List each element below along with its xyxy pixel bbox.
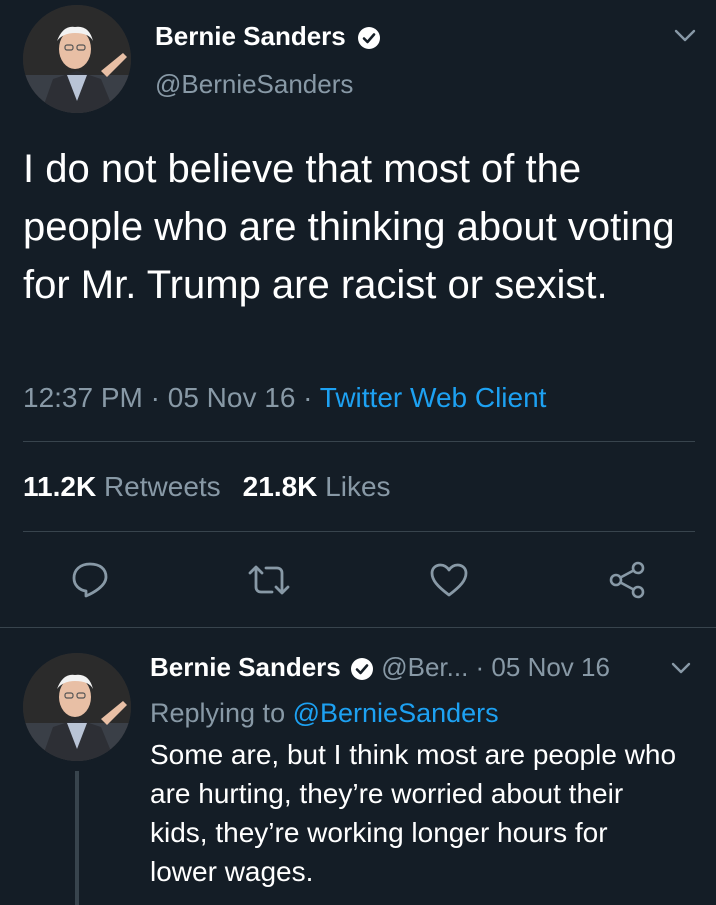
tweet-metadata: 12:37 PM · 05 Nov 16 · Twitter Web Clien… (23, 381, 546, 415)
avatar[interactable] (23, 5, 131, 113)
verified-badge-icon (350, 657, 374, 681)
retweet-icon[interactable] (243, 560, 295, 600)
verified-badge-icon (357, 26, 381, 50)
tweet-time[interactable]: 12:37 PM (23, 382, 143, 413)
separator-dot: · (142, 382, 168, 413)
separator-dot: · (468, 652, 492, 682)
tweet-client-link[interactable]: Twitter Web Client (320, 382, 547, 413)
section-divider (0, 627, 716, 628)
retweets-label: Retweets (103, 471, 221, 502)
tweet-date[interactable]: 05 Nov 16 (168, 382, 296, 413)
divider (23, 441, 695, 442)
retweets-stat[interactable]: 11.2K Retweets (23, 471, 221, 502)
reply-icon[interactable] (66, 558, 114, 602)
replying-to: Replying to @BernieSanders (150, 696, 499, 730)
separator-dot: · (295, 382, 320, 413)
likes-label: Likes (325, 471, 391, 502)
author-name-text: Bernie Sanders (155, 21, 346, 51)
reply-header: Bernie Sanders @Ber... · 05 Nov 16 (150, 650, 610, 684)
reply-chevron-down-icon[interactable] (666, 656, 696, 680)
likes-count: 21.8K (242, 471, 318, 502)
replying-to-prefix: Replying to (150, 698, 286, 728)
reply-date[interactable]: 05 Nov 16 (491, 652, 610, 682)
tweet-text: I do not believe that most of the people… (23, 147, 675, 307)
tweet-stats: 11.2K Retweets 21.8K Likes (23, 470, 391, 504)
thread-line (75, 771, 79, 905)
likes-stat[interactable]: 21.8K Likes (243, 471, 391, 502)
share-icon[interactable] (603, 556, 651, 604)
author-name[interactable]: Bernie Sanders (155, 20, 381, 52)
reply-avatar[interactable] (23, 653, 131, 761)
heart-icon[interactable] (425, 558, 473, 602)
chevron-down-icon[interactable] (670, 24, 700, 48)
reply-text: Some are, but I think most are people wh… (150, 739, 677, 887)
divider (23, 531, 695, 532)
replying-to-handle-link[interactable]: @BernieSanders (293, 698, 499, 728)
reply-author-handle[interactable]: @Ber... (381, 652, 468, 682)
author-handle[interactable]: @BernieSanders (155, 68, 353, 100)
retweets-count: 11.2K (23, 471, 97, 502)
reply-author-name[interactable]: Bernie Sanders (150, 652, 341, 682)
